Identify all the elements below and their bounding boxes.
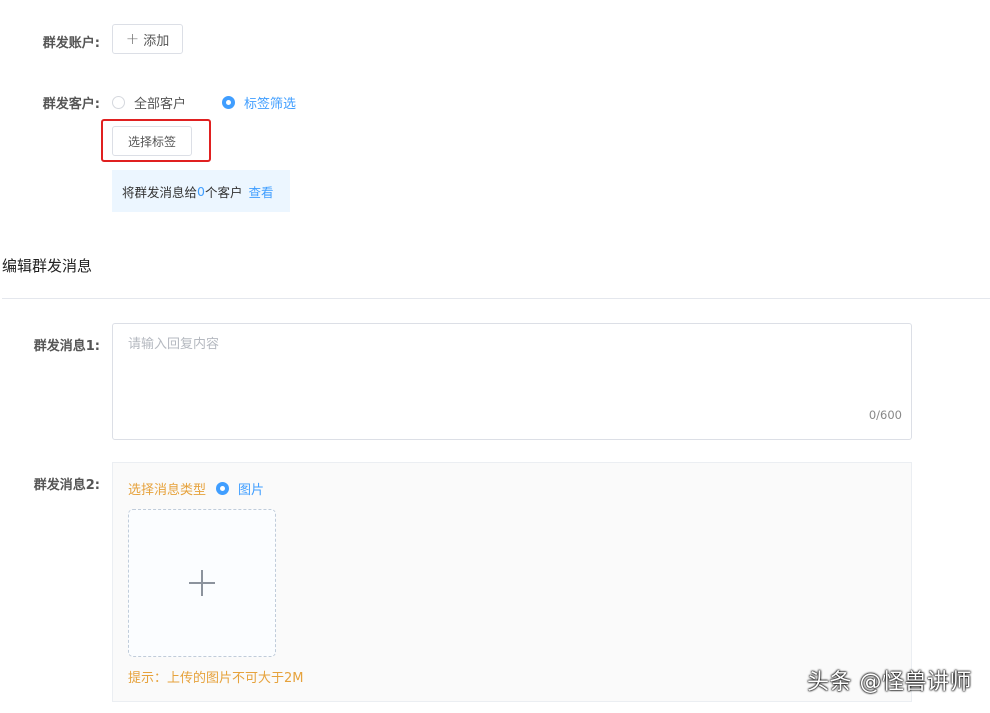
notice-suffix: 个客户	[204, 184, 243, 200]
watermark-text: 头条 @怪兽讲师	[807, 670, 972, 695]
plus-icon: +	[125, 29, 140, 48]
message-type-label: 选择消息类型	[128, 483, 207, 498]
message1-textarea[interactable]	[113, 324, 911, 439]
view-recipients-link[interactable]: 查看	[248, 182, 273, 201]
radio-tag-filter-label: 标签筛选	[244, 97, 297, 112]
notice-prefix: 将群发消息给	[122, 184, 198, 200]
message1-label: 群发消息1:	[33, 339, 100, 354]
radio-all-customers-label: 全部客户	[134, 97, 187, 112]
message1-field: 0/600	[112, 323, 912, 440]
select-tag-button[interactable]: 选择标签	[112, 126, 192, 156]
message1-char-counter: 0/600	[868, 408, 902, 422]
radio-checked-icon	[216, 482, 230, 495]
radio-type-image-label: 图片	[238, 483, 265, 498]
recipient-notice: 将群发消息给 0 个客户 查看	[112, 170, 290, 212]
radio-checked-icon	[222, 96, 235, 109]
message2-panel: 选择消息类型 图片 提示：上传的图片不可大于2M	[112, 462, 912, 702]
add-account-button[interactable]: + 添加	[112, 24, 183, 54]
broadcast-account-label: 群发账户:	[42, 36, 100, 51]
recipient-count: 0	[197, 183, 205, 199]
broadcast-customers-label: 群发客户:	[42, 97, 100, 112]
radio-tag-filter[interactable]: 标签筛选	[222, 93, 296, 112]
section-divider	[2, 298, 990, 299]
image-uploader[interactable]	[128, 509, 276, 657]
radio-type-image[interactable]: 图片	[216, 479, 264, 498]
section-title-edit-message: 编辑群发消息	[2, 257, 93, 275]
broadcast-form-page: 群发账户: + 添加 群发客户: 全部客户 标签筛选 选择标签 将群发消息给 0…	[0, 0, 990, 713]
radio-unchecked-icon	[112, 96, 125, 109]
plus-icon	[189, 570, 215, 596]
upload-size-hint: 提示：上传的图片不可大于2M	[128, 671, 304, 686]
message2-label: 群发消息2:	[33, 478, 100, 493]
add-account-button-label: 添加	[143, 33, 170, 49]
message-type-row: 选择消息类型 图片	[128, 479, 264, 498]
radio-all-customers[interactable]: 全部客户	[112, 93, 186, 112]
